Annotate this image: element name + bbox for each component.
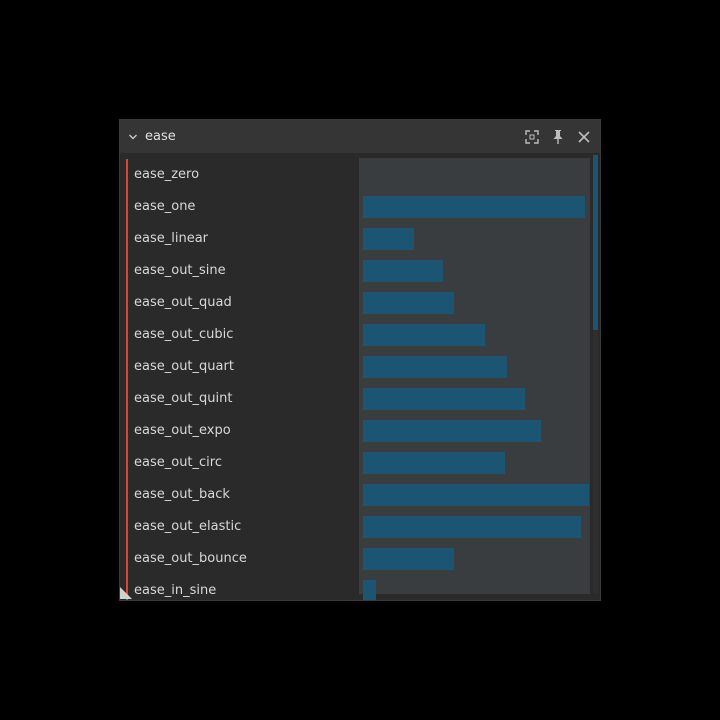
row-marker [126,447,128,479]
list-item[interactable]: ease_out_cubic [126,319,588,351]
value-bar [363,516,581,538]
value-bar [363,324,485,346]
list-item[interactable]: ease_out_bounce [126,543,588,575]
list-item[interactable]: ease_out_quad [126,287,588,319]
row-label: ease_zero [134,167,200,182]
row-marker [126,255,128,287]
window-titlebar[interactable]: ease [120,120,600,153]
row-marker [126,319,128,351]
row-label: ease_out_sine [134,263,226,278]
list-item[interactable]: ease_out_sine [126,255,588,287]
row-marker [126,511,128,543]
row-marker [126,287,128,319]
row-label: ease_out_elastic [134,519,242,534]
resize-grip-icon[interactable] [120,586,134,600]
value-bar [363,484,589,506]
close-icon[interactable] [576,129,592,145]
value-bar [363,580,376,600]
list-item[interactable]: ease_out_quart [126,351,588,383]
value-bar [363,452,505,474]
list-item[interactable]: ease_linear [126,223,588,255]
row-label: ease_out_quad [134,295,232,310]
window-actions [524,120,592,153]
value-bar [363,548,454,570]
value-bar [363,196,585,218]
list-item[interactable]: ease_in_sine [126,575,588,600]
value-bar [363,228,414,250]
maximize-icon[interactable] [524,129,540,145]
row-marker [126,223,128,255]
row-label: ease_out_cubic [134,327,234,342]
row-marker [126,159,128,191]
value-bar [363,292,454,314]
ease-window: ease ease_zero ease_one ease_linear ease_ou… [119,119,601,601]
value-bar [363,388,525,410]
row-label: ease_linear [134,231,209,246]
row-label: ease_out_back [134,487,230,502]
scrollbar-thumb[interactable] [593,155,598,330]
row-label: ease_out_bounce [134,551,247,566]
row-marker [126,479,128,511]
row-marker [126,543,128,575]
row-label: ease_out_expo [134,423,231,438]
value-bar [363,356,507,378]
list-item[interactable]: ease_zero [126,159,588,191]
row-label: ease_out_quint [134,391,233,406]
row-marker [126,351,128,383]
row-marker [126,191,128,223]
row-label: ease_out_circ [134,455,222,470]
pin-icon[interactable] [550,129,566,145]
row-label: ease_one [134,199,196,214]
row-marker [126,415,128,447]
list-item[interactable]: ease_out_circ [126,447,588,479]
vertical-scrollbar[interactable] [593,155,598,593]
value-bar [363,420,541,442]
window-title: ease [145,129,176,144]
chevron-down-icon[interactable] [126,130,140,144]
row-marker [126,383,128,415]
row-label: ease_out_quart [134,359,234,374]
ease-list[interactable]: ease_zero ease_one ease_linear ease_out_sin… [120,153,600,600]
value-bar [363,260,443,282]
row-label: ease_in_sine [134,583,217,598]
